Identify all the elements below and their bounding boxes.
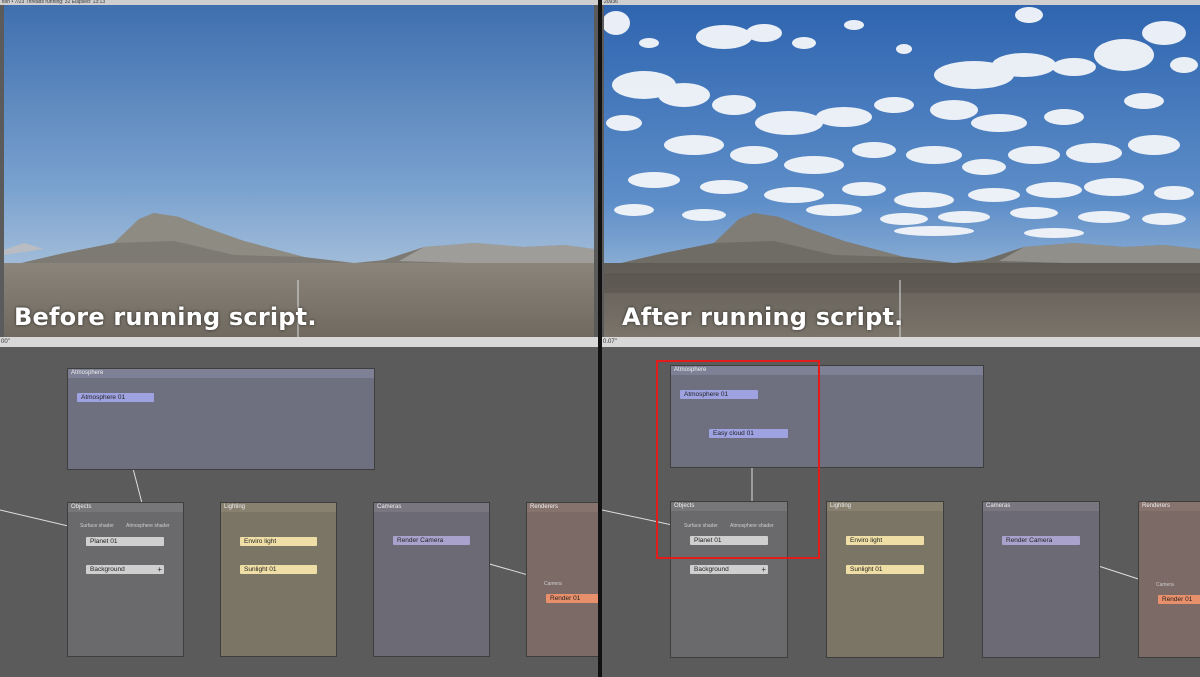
- node-network-after[interactable]: Atmosphere Atmosphere 01 Easy cloud 01 O…: [602, 347, 1200, 677]
- render-camera-node[interactable]: Render Camera: [393, 536, 470, 545]
- add-icon[interactable]: +: [157, 565, 162, 574]
- add-icon[interactable]: +: [761, 565, 766, 574]
- atmosphere-shader-port-label: Atmosphere shader: [126, 523, 170, 529]
- enviro-light-node[interactable]: Enviro light: [846, 536, 924, 545]
- group-title: Lighting: [221, 503, 336, 512]
- cameras-group[interactable]: Cameras: [373, 502, 490, 657]
- group-title: Renderers: [527, 503, 598, 512]
- renderers-group[interactable]: Renderers: [526, 502, 598, 657]
- before-caption: Before running script.: [14, 303, 317, 331]
- sunlight-node[interactable]: Sunlight 01: [240, 565, 317, 574]
- lighting-group[interactable]: Lighting: [220, 502, 337, 657]
- background-node-label: Background: [90, 566, 125, 573]
- group-title: Renderers: [1139, 502, 1200, 511]
- lighting-group[interactable]: Lighting: [826, 501, 944, 658]
- cameras-group[interactable]: Cameras: [982, 501, 1100, 658]
- clear-sky-render: [4, 5, 594, 337]
- render-view-before[interactable]: Before running script.: [4, 5, 594, 337]
- background-node-label: Background: [694, 566, 729, 573]
- cloudy-sky-render: [604, 5, 1200, 337]
- group-title: Objects: [68, 503, 183, 512]
- atmosphere-group[interactable]: Atmosphere: [67, 368, 375, 470]
- render-camera-node[interactable]: Render Camera: [1002, 536, 1080, 545]
- planet-node[interactable]: Planet 01: [86, 537, 164, 546]
- camera-port-label: Camera: [544, 581, 562, 587]
- timeline-bar[interactable]: 0.07": [602, 337, 1200, 347]
- atmosphere-node[interactable]: Atmosphere 01: [77, 393, 154, 402]
- surface-shader-port-label: Surface shader: [80, 523, 114, 529]
- group-title: Atmosphere: [68, 369, 374, 378]
- background-node[interactable]: Background +: [86, 565, 164, 574]
- timeline-bar[interactable]: 00": [0, 337, 598, 347]
- group-title: Cameras: [983, 502, 1099, 511]
- group-title: Cameras: [374, 503, 489, 512]
- render-view-after[interactable]: After running script.: [604, 5, 1200, 337]
- camera-port-label: Camera: [1156, 582, 1174, 588]
- after-panel: 20936 After running script. 0.07" Atmosp…: [602, 0, 1200, 677]
- enviro-light-node[interactable]: Enviro light: [240, 537, 317, 546]
- before-panel: tion • 7/23 Threads running: 32 Elapsed:…: [0, 0, 598, 677]
- render-node[interactable]: Render 01: [546, 594, 598, 603]
- node-network-before[interactable]: Atmosphere Atmosphere 01 Objects Surface…: [0, 347, 598, 677]
- group-title: Lighting: [827, 502, 943, 511]
- render-node[interactable]: Render 01: [1158, 595, 1200, 604]
- after-caption: After running script.: [622, 303, 904, 331]
- background-node[interactable]: Background +: [690, 565, 768, 574]
- renderers-group[interactable]: Renderers: [1138, 501, 1200, 658]
- sunlight-node[interactable]: Sunlight 01: [846, 565, 924, 574]
- highlight-box: [656, 360, 820, 559]
